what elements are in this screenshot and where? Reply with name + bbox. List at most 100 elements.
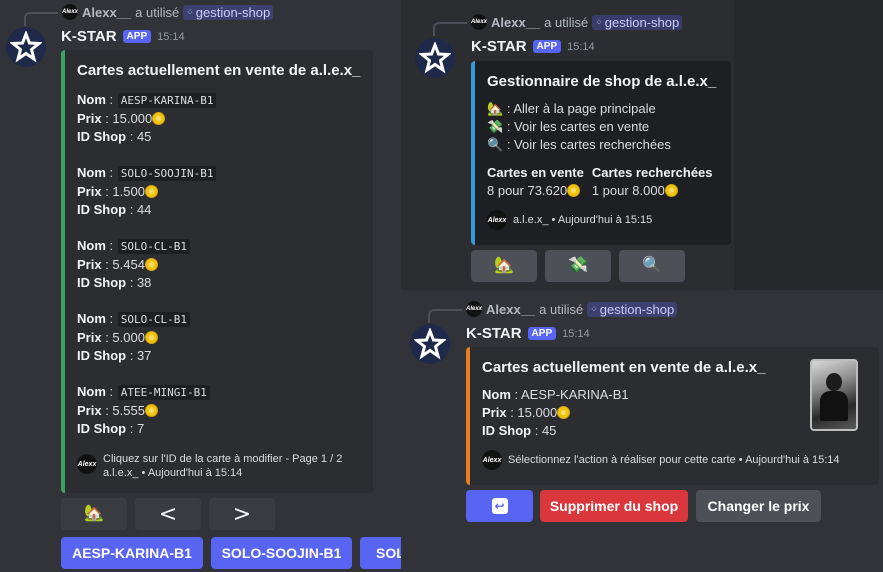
- home-button[interactable]: 🏡: [61, 498, 127, 530]
- reply-username[interactable]: Alexx__: [486, 302, 535, 317]
- card-shop-id: 45: [136, 129, 152, 144]
- name-label: Nom: [77, 165, 106, 180]
- coin-icon: [144, 404, 158, 417]
- card-name: SOLO-SOOJIN-B1: [116, 165, 218, 182]
- card-id-button[interactable]: SOLO: [360, 537, 401, 569]
- coin-icon: [144, 331, 158, 344]
- coin-icon: [567, 184, 581, 197]
- stat-label: Cartes en vente: [487, 165, 584, 180]
- card-entry: Nom : AESP-KARINA-B1 Prix : 15.000 ID Sh…: [77, 91, 361, 146]
- reply-username[interactable]: Alexx__: [82, 5, 131, 20]
- house-icon: 🏡: [494, 257, 514, 274]
- card-name: SOLO-CL-B1: [116, 311, 191, 328]
- menu-item-on-sale: : Voir les cartes en vente: [506, 119, 650, 134]
- bot-name[interactable]: K-STAR: [466, 325, 522, 342]
- wanted-cards-button[interactable]: 🔍: [619, 250, 685, 282]
- reply-username[interactable]: Alexx__: [491, 15, 540, 30]
- command-mention[interactable]: ⁘ gestion-shop: [587, 301, 678, 317]
- card-thumbnail[interactable]: [810, 359, 858, 431]
- card-id-button[interactable]: AESP-KARINA-B1: [61, 537, 203, 569]
- command-name: gestion-shop: [604, 14, 680, 30]
- user-avatar-small[interactable]: Alexx: [466, 301, 482, 317]
- reply-reference[interactable]: Alexx Alexx__ a utilisé ⁘ gestion-shop: [428, 301, 678, 323]
- command-mention[interactable]: ⁘ gestion-shop: [592, 14, 683, 30]
- footer-avatar: Alexx: [77, 454, 97, 474]
- house-icon: 🏡: [84, 505, 104, 522]
- shop-id-label: ID Shop: [77, 348, 127, 363]
- menu-item-wanted: : Voir les cartes recherchées: [506, 137, 671, 152]
- stats-row: Cartes en vente 8 pour 73.620 Cartes rec…: [487, 164, 719, 200]
- bot-name[interactable]: K-STAR: [61, 28, 117, 45]
- reply-reference[interactable]: Alexx Alexx__ a utilisé ⁘ gestion-shop: [433, 14, 683, 36]
- footer-avatar: Alexx: [482, 450, 502, 470]
- stat-on-sale: Cartes en vente 8 pour 73.620: [487, 164, 584, 200]
- card-price: 1.500: [112, 184, 145, 199]
- app-command-icon: ⁘: [186, 6, 193, 17]
- return-icon: ↩: [491, 498, 508, 514]
- user-avatar-small[interactable]: Alexx: [471, 14, 487, 30]
- app-command-icon: ⁘: [595, 16, 602, 27]
- user-avatar-small[interactable]: Alexx: [62, 4, 78, 20]
- money-wings-icon: 💸: [568, 257, 588, 274]
- bot-avatar[interactable]: [410, 324, 450, 364]
- price-label: Prix: [77, 257, 102, 272]
- chevron-left-icon: <: [158, 501, 178, 527]
- shop-manager-embed: Gestionnaire de shop de a.l.e.x_ 🏡 : All…: [471, 61, 731, 245]
- message-header: K-STAR APP 15:14: [466, 325, 590, 342]
- card-shop-id: 37: [136, 348, 152, 363]
- reply-action: a utilisé: [135, 4, 180, 20]
- embed-footer: Alexx Sélectionnez l'action à réaliser p…: [482, 450, 867, 470]
- stat-value: 1 pour 8.000: [591, 183, 665, 198]
- change-price-button[interactable]: Changer le prix: [696, 490, 821, 522]
- cards-on-sale-button[interactable]: 💸: [545, 250, 611, 282]
- previous-page-button[interactable]: <: [135, 498, 201, 530]
- footer-meta: a.l.e.x_ • Aujourd'hui à 15:14: [103, 467, 243, 479]
- card-shop-id: 7: [136, 421, 145, 436]
- card-name: SOLO-CL-B1: [116, 238, 191, 255]
- bot-avatar[interactable]: [6, 27, 46, 67]
- message-header: K-STAR APP 15:14: [61, 28, 185, 45]
- shop-id-label: ID Shop: [482, 423, 532, 438]
- card-entry: Nom : SOLO-CL-B1 Prix : 5.000 ID Shop : …: [77, 310, 361, 365]
- card-price: 5.000: [112, 330, 145, 345]
- magnifier-icon: 🔍: [487, 137, 504, 152]
- command-mention[interactable]: ⁘ gestion-shop: [183, 4, 274, 20]
- coin-icon: [152, 112, 166, 125]
- left-message-panel: Alexx Alexx__ a utilisé ⁘ gestion-shop K-…: [0, 0, 401, 572]
- reply-action: a utilisé: [539, 301, 584, 317]
- star-logo-icon: [10, 31, 42, 63]
- reply-reference[interactable]: Alexx Alexx__ a utilisé ⁘ gestion-shop: [24, 4, 274, 26]
- bot-avatar[interactable]: [415, 38, 455, 78]
- home-page-button[interactable]: 🏡: [471, 250, 537, 282]
- bot-name[interactable]: K-STAR: [471, 38, 527, 55]
- money-wings-icon: 💸: [487, 119, 504, 134]
- name-label: Nom: [77, 384, 106, 399]
- timestamp: 15:14: [562, 327, 590, 340]
- shop-id-label: ID Shop: [77, 202, 127, 217]
- app-badge: APP: [527, 327, 557, 340]
- card-list: Nom : AESP-KARINA-B1 Prix : 15.000 ID Sh…: [77, 91, 361, 438]
- card-price: 15.000: [112, 111, 153, 126]
- house-icon: 🏡: [487, 101, 504, 116]
- card-id-button[interactable]: SOLO-SOOJIN-B1: [211, 537, 352, 569]
- name-label: Nom: [77, 238, 106, 253]
- name-label: Nom: [482, 387, 511, 402]
- coin-icon: [144, 185, 158, 198]
- embed-title: Cartes actuellement en vente de a.l.e.x_: [77, 62, 361, 79]
- card-price: 5.555: [112, 403, 145, 418]
- remove-from-shop-button[interactable]: Supprimer du shop: [540, 490, 688, 522]
- name-label: Nom: [77, 311, 106, 326]
- back-button[interactable]: ↩: [466, 490, 533, 522]
- coin-icon: [144, 258, 158, 271]
- shop-id-label: ID Shop: [77, 421, 127, 436]
- price-label: Prix: [77, 330, 102, 345]
- footer-instruction: Cliquez sur l'ID de la carte à modifier …: [103, 453, 343, 465]
- embed-title: Gestionnaire de shop de a.l.e.x_: [487, 73, 717, 90]
- card-detail-embed: Cartes actuellement en vente de a.l.e.x_…: [466, 347, 879, 485]
- card-shop-id: 44: [136, 202, 152, 217]
- next-page-button[interactable]: >: [209, 498, 275, 530]
- card-name: ATEE-MINGI-B1: [116, 384, 211, 401]
- footer-meta: a.l.e.x_ • Aujourd'hui à 15:15: [513, 214, 653, 226]
- footer-avatar: Alexx: [487, 210, 507, 230]
- coin-icon: [664, 184, 678, 197]
